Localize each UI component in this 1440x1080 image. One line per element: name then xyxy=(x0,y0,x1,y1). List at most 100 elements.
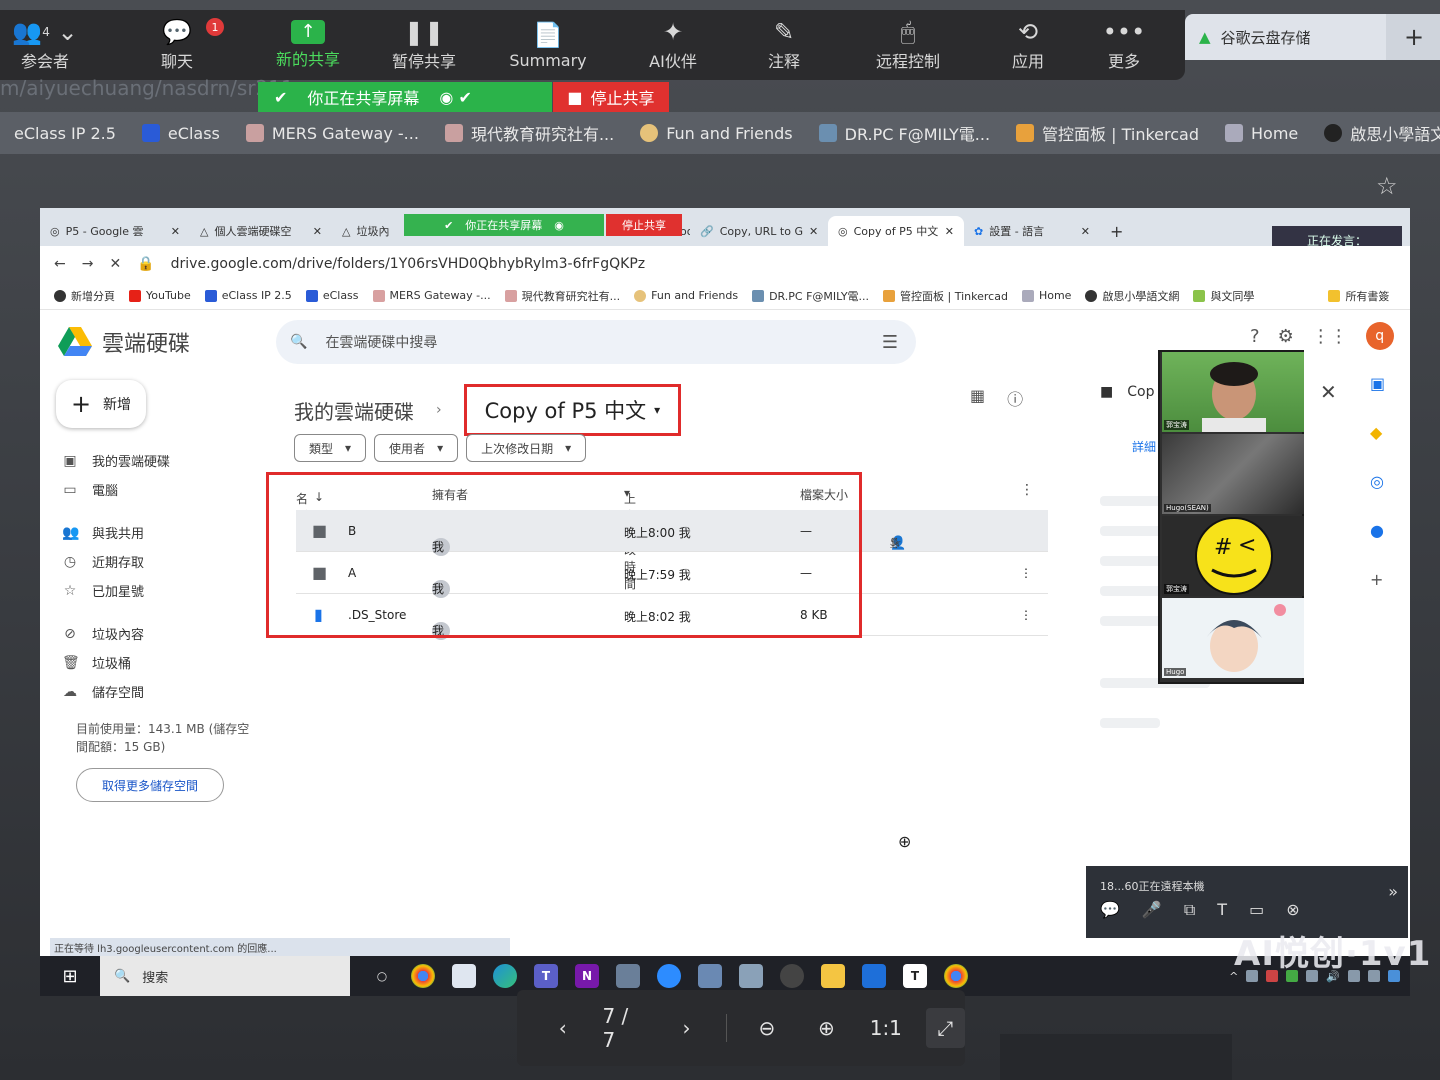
all-bookmarks[interactable]: 所有書簽 xyxy=(1328,288,1389,304)
calendar-icon[interactable]: ▣ xyxy=(1370,374,1385,393)
filter-tune-icon[interactable]: ☰ xyxy=(882,332,898,353)
file-explorer-icon[interactable] xyxy=(821,964,845,988)
bookmark-item[interactable]: eClass IP 2.5 xyxy=(14,124,116,143)
chat-button[interactable]: 💬 1 聊天 xyxy=(132,10,224,80)
sidebar-item-computers[interactable]: ▭ 電腦 xyxy=(62,475,262,504)
sidebar-item-storage[interactable]: ☁ 儲存空間 xyxy=(62,677,262,706)
stop-load-icon[interactable]: ✕ xyxy=(109,256,121,272)
more-button[interactable]: ••• 更多 xyxy=(1084,10,1164,80)
onenote-icon[interactable]: N xyxy=(575,964,599,988)
contacts-icon[interactable]: ● xyxy=(1370,521,1385,540)
new-tab-button[interactable]: + xyxy=(1100,216,1140,246)
chevron-right-icon[interactable]: » xyxy=(1388,882,1398,901)
help-icon[interactable]: ? xyxy=(1250,326,1260,347)
next-icon[interactable]: › xyxy=(667,1008,706,1048)
previous-icon[interactable]: ‹ xyxy=(543,1008,582,1048)
sidebar-item-shared[interactable]: 👥 與我共用 xyxy=(62,518,262,547)
task-view-icon[interactable]: ○ xyxy=(370,964,394,988)
chrome-icon[interactable] xyxy=(944,964,968,988)
taskbar-search[interactable]: 🔍 搜索 xyxy=(100,956,350,996)
new-button[interactable]: + 新增 xyxy=(56,380,146,428)
fullscreen-icon[interactable]: ⤢ xyxy=(925,1008,965,1048)
breadcrumb-root[interactable]: 我的雲端硬碟 xyxy=(294,396,414,425)
new-tab-button[interactable]: + xyxy=(1386,14,1440,60)
bookmark-item[interactable]: Home xyxy=(1021,289,1071,302)
sidebar-item-spam[interactable]: ⊘ 垃圾內容 xyxy=(62,619,262,648)
filter-people[interactable]: 使用者 ▾ xyxy=(374,434,459,462)
folder-icon[interactable]: ▭ xyxy=(1249,900,1264,920)
calculator-icon[interactable] xyxy=(698,964,722,988)
bookmark-item[interactable]: 啟思小學語文網 xyxy=(1324,121,1440,145)
ai-companion-button[interactable]: ✦ AI伙伴 xyxy=(628,10,718,80)
drive-search-input[interactable]: 🔍 在雲端硬碟中搜尋 ☰ xyxy=(276,320,916,364)
inner-tab[interactable]: △ 個人雲端硬碟空 ✕ xyxy=(190,216,332,246)
bookmark-item[interactable]: DR.PC F@MILY電... xyxy=(752,288,869,304)
teams-icon[interactable]: T xyxy=(534,964,558,988)
bookmark-item[interactable]: YouTube xyxy=(129,289,191,302)
breadcrumb-current-folder[interactable]: Copy of P5 中文 ▾ xyxy=(463,384,682,436)
more-options-icon[interactable]: ⋮ xyxy=(1020,482,1034,498)
tasks-icon[interactable]: ◎ xyxy=(1370,472,1385,491)
info-icon[interactable]: ⓘ xyxy=(1007,386,1023,410)
outer-browser-tab[interactable]: ▲ 谷歌云盘存储 ✕ + xyxy=(1185,14,1440,60)
get-more-storage-button[interactable]: 取得更多儲存空間 xyxy=(76,768,224,802)
sidebar-item-trash[interactable]: 🗑 垃圾桶 xyxy=(62,648,262,677)
new-share-button[interactable]: ↑ 新的共享 xyxy=(258,10,358,80)
bookmark-item[interactable]: Fun and Friends xyxy=(640,124,793,143)
bookmark-item[interactable]: MERS Gateway -... xyxy=(245,124,419,143)
bookmark-item[interactable]: DR.PC F@MILY電... xyxy=(818,121,990,145)
close-icon[interactable]: ✕ xyxy=(171,225,180,238)
inner-stop-share[interactable]: 停止共享 xyxy=(606,214,682,236)
video-participant[interactable]: # < 郭宝涛 xyxy=(1162,516,1304,596)
bookmark-item[interactable]: 現代教育研究社有... xyxy=(444,121,614,145)
inner-tab[interactable]: ◎ P5 - Google 雲 ✕ xyxy=(40,216,190,246)
chrome-icon[interactable] xyxy=(411,964,435,988)
actual-size-button[interactable]: 1:1 xyxy=(866,1008,905,1048)
chat-icon[interactable]: 💬 xyxy=(1100,900,1120,920)
bookmark-item[interactable]: eClass IP 2.5 xyxy=(204,289,292,302)
bookmark-item[interactable]: Fun and Friends xyxy=(634,289,738,302)
store-icon[interactable] xyxy=(452,964,476,988)
bookmark-item[interactable]: eClass xyxy=(141,124,220,143)
close-icon[interactable]: ✕ xyxy=(1081,225,1090,238)
bookmark-item[interactable]: 現代教育研究社有... xyxy=(504,288,620,304)
video-participant[interactable]: Hugo(SEAN) xyxy=(1162,434,1304,514)
zoom-icon[interactable] xyxy=(657,964,681,988)
close-details-icon[interactable]: ✕ xyxy=(1320,380,1337,404)
bookmark-star-icon[interactable]: ☆ xyxy=(1376,172,1398,200)
zoom-out-icon[interactable]: ⊖ xyxy=(747,1008,786,1048)
screen-icon[interactable]: ⧉ xyxy=(1184,900,1195,920)
stop-share-button[interactable]: ■ 停止共享 xyxy=(553,82,669,112)
annotate-button[interactable]: ✎ 注释 xyxy=(744,10,824,80)
close-icon[interactable]: ✕ xyxy=(809,225,818,238)
url-field[interactable]: drive.google.com/drive/folders/1Y06rsVHD… xyxy=(171,256,645,272)
video-participant[interactable]: 郭宝涛 xyxy=(1162,352,1304,432)
add-addon-icon[interactable]: + xyxy=(1370,570,1385,589)
close-icon[interactable]: ✕ xyxy=(313,225,322,238)
back-icon[interactable]: ← xyxy=(54,256,66,272)
close-icon[interactable]: ✕ xyxy=(945,225,954,238)
more-options-icon[interactable]: ⋮ xyxy=(1020,608,1032,622)
sidebar-item-my-drive[interactable]: ▣ 我的雲端硬碟 xyxy=(62,446,262,475)
app-icon[interactable] xyxy=(862,964,886,988)
more-options-icon[interactable]: ⋮ xyxy=(1020,566,1032,580)
text-icon[interactable]: T xyxy=(1217,900,1227,920)
apps-button[interactable]: ⟲ 应用 xyxy=(988,10,1068,80)
more-options-icon[interactable]: ⋮ xyxy=(890,536,903,551)
bookmark-item[interactable]: 與文同學 xyxy=(1193,288,1254,304)
remote-control-button[interactable]: 🖱 远程控制 xyxy=(858,10,958,80)
sidebar-item-recent[interactable]: ◷ 近期存取 xyxy=(62,547,262,576)
close-circle-icon[interactable]: ⊗ xyxy=(1286,900,1299,920)
keep-icon[interactable]: ◆ xyxy=(1370,423,1385,442)
settings-gear-icon[interactable]: ⚙ xyxy=(1278,326,1294,347)
windows-start-icon[interactable]: ⊞ xyxy=(40,966,100,987)
camera-icon[interactable] xyxy=(616,964,640,988)
bookmark-item[interactable]: 啟思小學語文網 xyxy=(1085,288,1179,304)
zoom-in-icon[interactable]: ⊕ xyxy=(807,1008,846,1048)
bookmark-item[interactable]: 管控面板 | Tinkercad xyxy=(1016,121,1199,145)
avatar[interactable]: q xyxy=(1365,322,1394,350)
bookmark-item[interactable]: MERS Gateway -... xyxy=(372,289,491,302)
sidebar-item-starred[interactable]: ☆ 已加星號 xyxy=(62,576,262,605)
bookmark-item[interactable]: 新增分頁 xyxy=(54,288,115,304)
edge-icon[interactable] xyxy=(493,964,517,988)
